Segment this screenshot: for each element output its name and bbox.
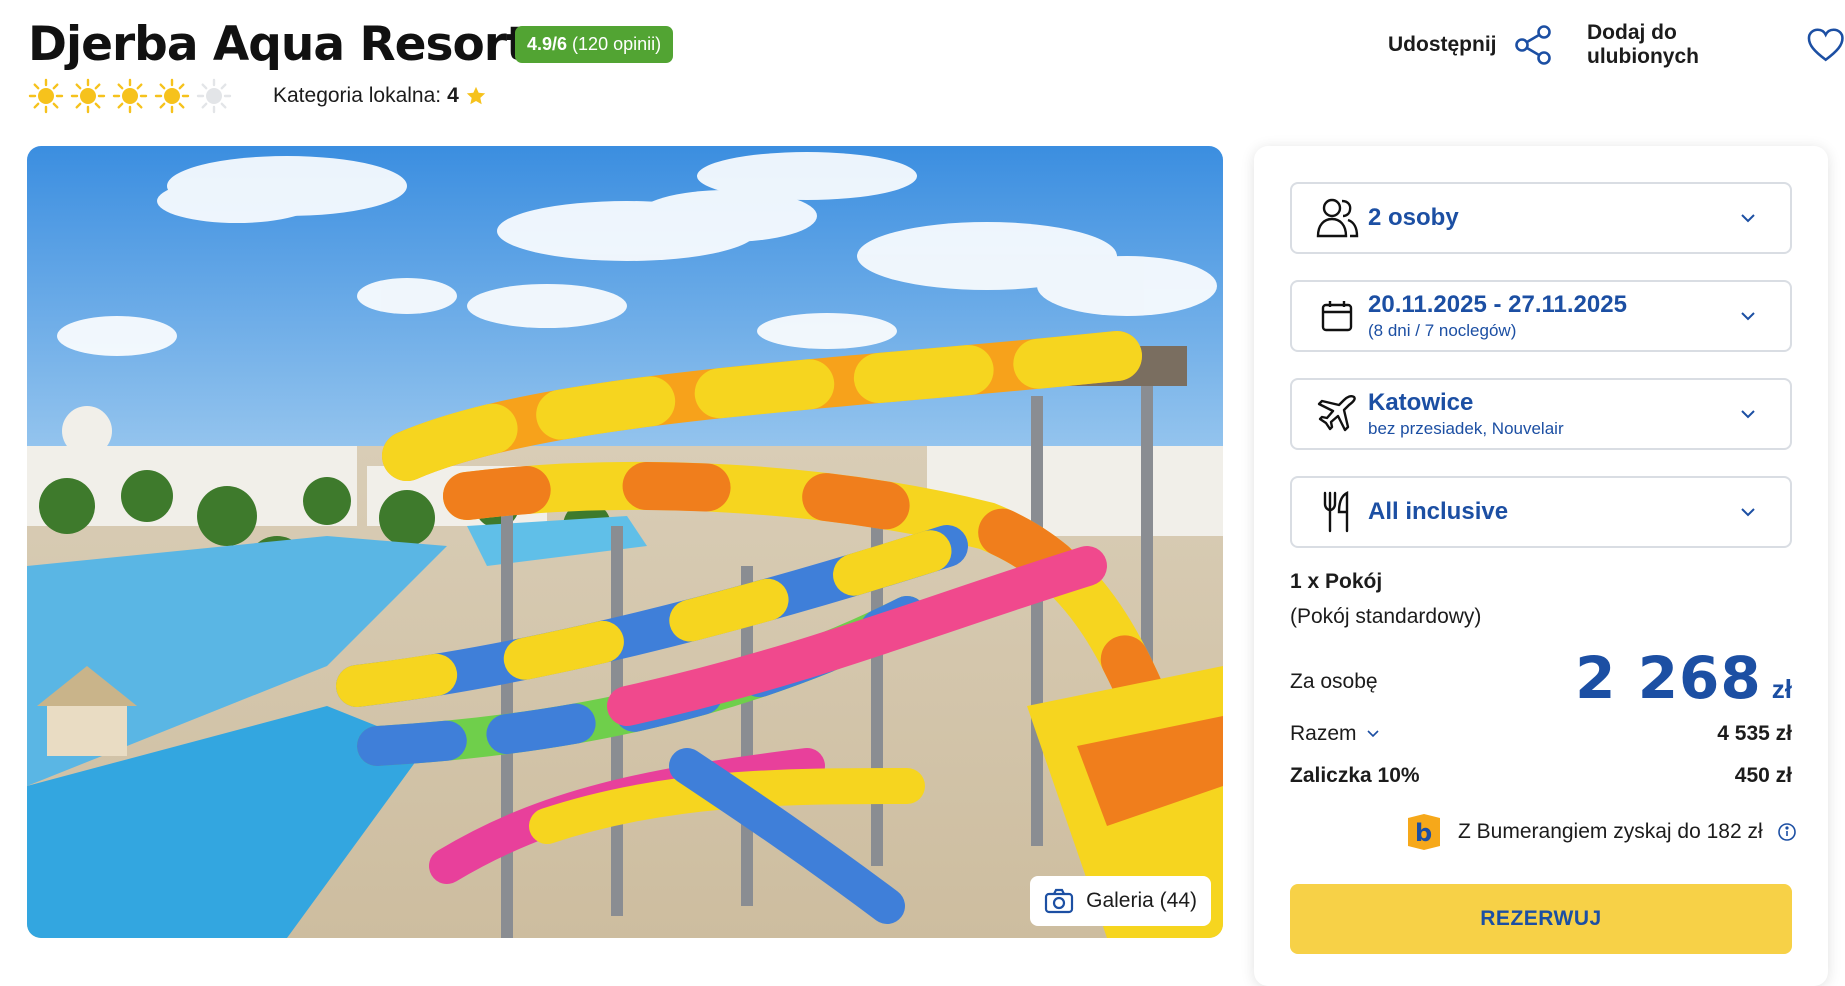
chevron-down-icon — [1741, 214, 1755, 223]
sun-empty-icon — [196, 78, 232, 114]
chevron-down-icon — [1366, 730, 1379, 738]
deposit-label: Zaliczka 10% — [1290, 764, 1420, 787]
people-icon — [1316, 198, 1359, 238]
deposit-value: 450 zł — [1734, 764, 1792, 787]
chevron-down-icon — [1741, 508, 1755, 517]
hotel-title: Djerba Aqua Resort — [28, 16, 528, 72]
rating-count: (120 opinii) — [572, 34, 662, 54]
chevron-down-icon — [1741, 410, 1755, 419]
dates-sub: (8 dni / 7 noclegów) — [1368, 321, 1517, 340]
travelers-value: 2 osoby — [1368, 204, 1459, 231]
per-person-label: Za osobę — [1290, 670, 1378, 693]
price-amount: 2 268 — [1575, 644, 1762, 712]
dates-value: 20.11.2025 - 27.11.2025 — [1368, 291, 1627, 318]
calendar-icon — [1321, 301, 1353, 332]
travelers-select[interactable]: 2 osoby — [1290, 182, 1792, 254]
booking-panel: 2 osoby 20.11.2025 - 27.11.2025 (8 dni /… — [1254, 146, 1828, 986]
svg-text:b: b — [1415, 819, 1432, 847]
cutlery-icon — [1323, 491, 1349, 533]
gallery-button[interactable]: Galeria (44) — [1030, 876, 1211, 926]
star-icon — [466, 86, 485, 105]
rating-badge[interactable]: 4.9/6 (120 opinii) — [515, 26, 674, 63]
share-icon — [1514, 25, 1551, 65]
sun-icon — [70, 78, 106, 114]
board-select[interactable]: All inclusive — [1290, 476, 1792, 548]
heart-icon — [1807, 28, 1844, 62]
bumerang-text: Z Bumerangiem zyskaj do 182 zł — [1458, 820, 1763, 843]
plane-icon — [1317, 395, 1356, 432]
departure-sub: bez przesiadek, Nouvelair — [1368, 419, 1564, 438]
bumerang-icon: b — [1408, 814, 1440, 850]
departure-select[interactable]: Katowice bez przesiadek, Nouvelair — [1290, 378, 1792, 450]
departure-value: Katowice — [1368, 389, 1474, 416]
sun-icon — [154, 78, 190, 114]
sun-icon — [112, 78, 148, 114]
waterpark-illustration — [27, 146, 1223, 938]
chevron-down-icon — [1741, 312, 1755, 321]
sun-rating — [28, 78, 238, 114]
hotel-photo[interactable]: Galeria (44) — [27, 146, 1223, 938]
deposit-row: Zaliczka 10% 450 zł — [1290, 764, 1792, 788]
info-icon[interactable] — [1777, 822, 1797, 842]
favorite-button[interactable]: Dodaj do ulubionych — [1587, 21, 1845, 68]
local-category-value: 4 — [447, 84, 459, 107]
dates-select[interactable]: 20.11.2025 - 27.11.2025 (8 dni / 7 nocle… — [1290, 280, 1792, 352]
bumerang-info: b Z Bumerangiem zyskaj do 182 zł — [1404, 812, 1797, 852]
total-row: Razem 4 535 zł — [1290, 722, 1792, 746]
total-value: 4 535 zł — [1717, 722, 1792, 745]
title-row: Djerba Aqua Resort — [28, 14, 528, 74]
per-person-price: 2 268 zł — [1575, 644, 1792, 712]
board-value: All inclusive — [1368, 498, 1509, 525]
total-label: Razem — [1290, 722, 1357, 745]
favorite-label: Dodaj do ulubionych — [1587, 21, 1699, 68]
price-currency: zł — [1771, 674, 1792, 704]
share-label: Udostępnij — [1388, 33, 1497, 56]
total-toggle[interactable]: Razem — [1290, 722, 1379, 746]
share-button[interactable]: Udostępnij — [1388, 22, 1555, 68]
local-category-label: Kategoria lokalna: — [273, 84, 442, 107]
room-count: 1 x Pokój — [1290, 570, 1383, 593]
camera-icon — [1045, 888, 1074, 914]
local-category: Kategoria lokalna: 4 — [273, 84, 487, 108]
sun-icon — [28, 78, 64, 114]
book-button[interactable]: REZERWUJ — [1290, 884, 1792, 954]
gallery-label: Galeria (44) — [1086, 889, 1197, 912]
rating-score: 4.9/6 — [527, 34, 568, 54]
room-type: (Pokój standardowy) — [1290, 605, 1482, 628]
